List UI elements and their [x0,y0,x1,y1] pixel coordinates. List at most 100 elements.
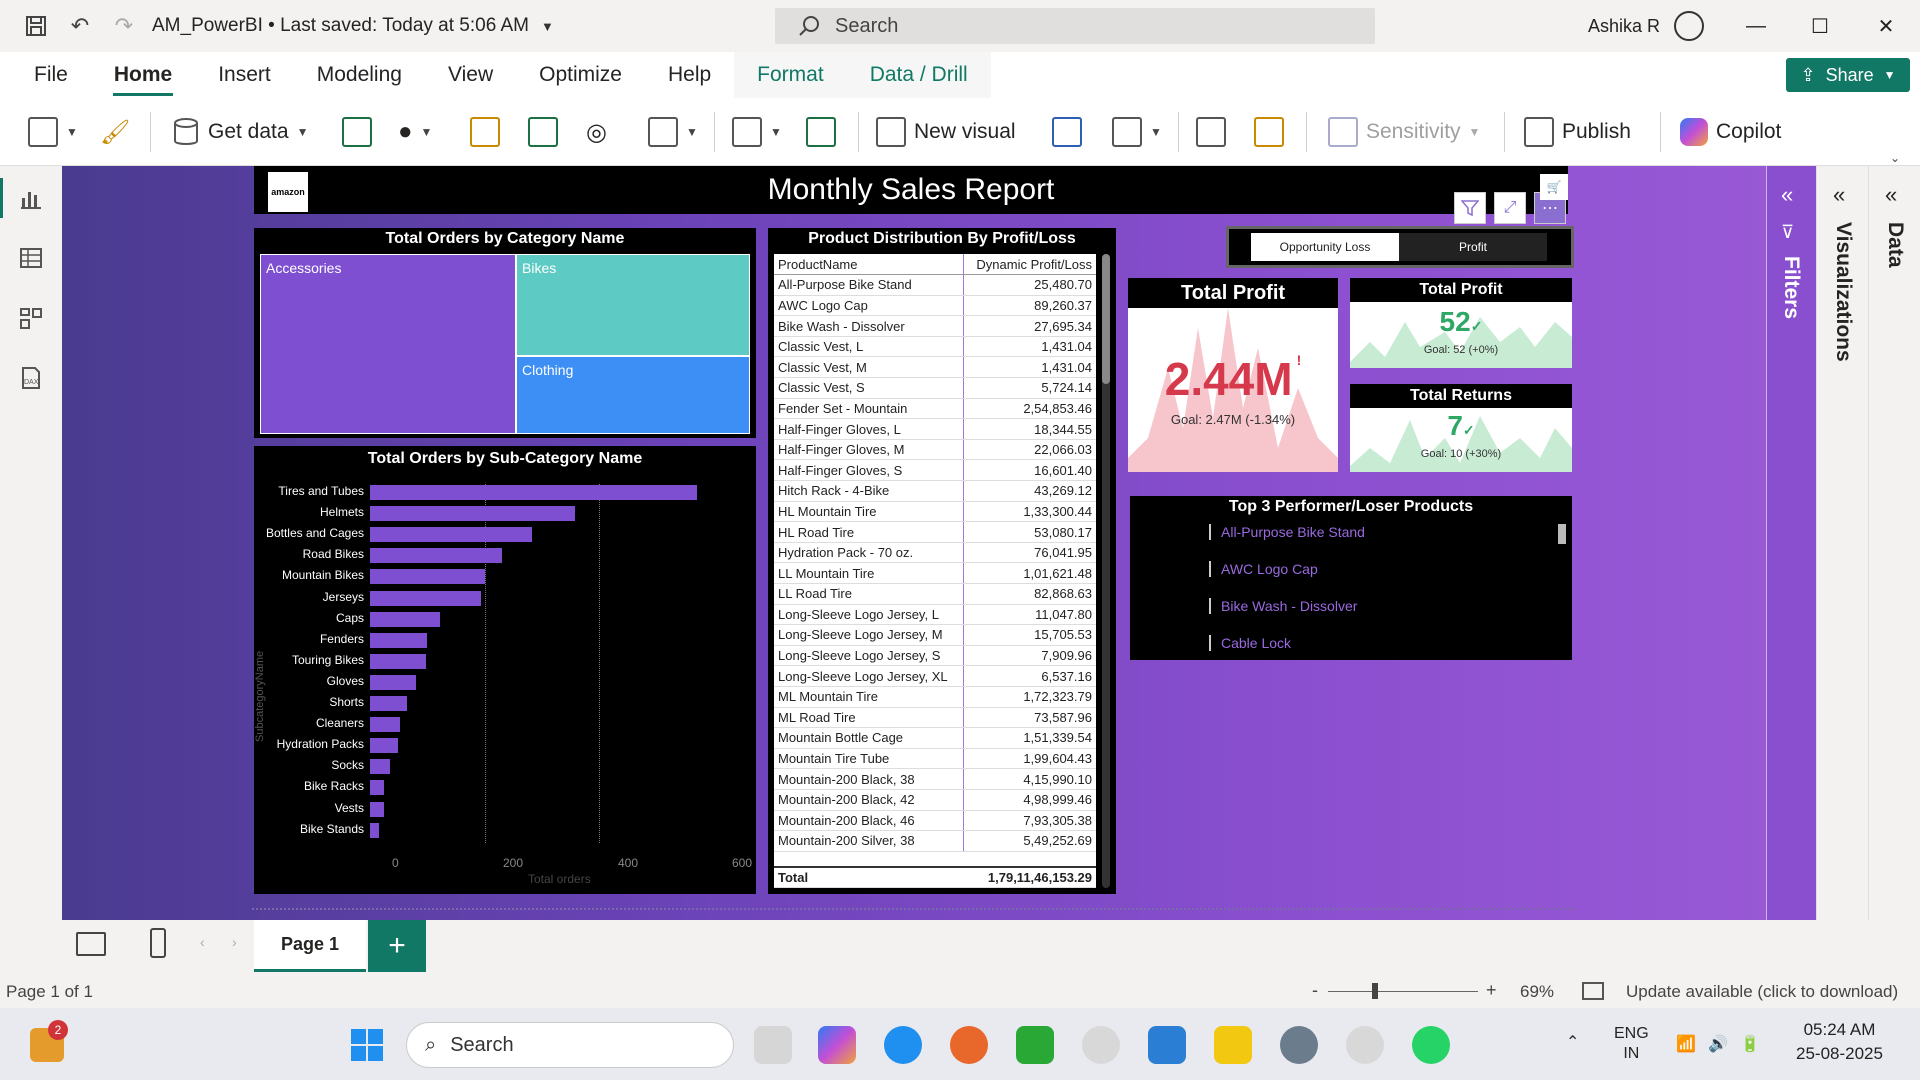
treemap-cell-bikes[interactable]: Bikes [516,254,750,356]
table-row[interactable]: AWC Logo Cap 89,260.37 [774,295,1096,317]
powerbi-icon[interactable] [1214,1026,1252,1064]
clock[interactable]: 05:24 AM 25-08-2025 [1796,1018,1883,1066]
toggle-profit[interactable]: Profit [1399,233,1547,261]
bar-mountain-bikes[interactable] [370,569,485,585]
whatsapp-icon[interactable] [1412,1026,1450,1064]
recent-sources-button[interactable]: ▼ [648,112,698,152]
table-row[interactable]: Fender Set - Mountain 2,54,853.46 [774,398,1096,420]
table-row[interactable]: All-Purpose Bike Stand 25,480.70 [774,274,1096,296]
report-canvas[interactable]: amazon Monthly Sales Report ⤢ ⋯ 🛒 Total … [62,166,1816,920]
table-row[interactable]: Classic Vest, M 1,431.04 [774,356,1096,379]
save-icon[interactable] [18,8,54,44]
prev-page-icon[interactable]: ‹ [200,934,205,950]
undo-icon[interactable]: ↶ [62,8,98,44]
list-scrollbar[interactable] [1558,524,1566,544]
chevron-up-icon[interactable]: ⌃ [1566,1032,1579,1052]
table-row[interactable]: Long-Sleeve Logo Jersey, XL 6,537.16 [774,665,1096,687]
close-icon[interactable]: ✕ [1856,0,1916,52]
bar-bike-racks[interactable] [370,780,385,796]
table-row[interactable]: Classic Vest, L 1,431.04 [774,336,1096,358]
redo-icon[interactable]: ↷ [106,8,142,44]
page-tab-1[interactable]: Page 1 [254,920,366,972]
tab-file[interactable]: File [0,52,91,98]
treemap-cell-accessories[interactable]: Accessories [260,254,516,434]
search-box[interactable]: Search [775,8,1375,44]
bar-tires-and-tubes[interactable] [370,485,697,500]
share-button[interactable]: ⇪ Share ▼ [1786,58,1910,92]
new-measure-button[interactable] [1196,112,1226,152]
enter-data-button[interactable] [528,112,558,152]
copilot-app-icon[interactable] [818,1026,856,1064]
tab-data-drill[interactable]: Data / Drill [846,52,991,98]
task-view-icon[interactable] [754,1026,792,1064]
start-icon[interactable] [350,1028,384,1062]
table-row[interactable]: Long-Sleeve Logo Jersey, L 11,047.80 [774,604,1096,626]
get-data-button[interactable]: Get data ▼ [172,112,308,152]
table-row[interactable]: Classic Vest, S 5,724.14 [774,377,1096,399]
product-table-visual[interactable]: Product Distribution By Profit/Loss Prod… [768,228,1116,894]
bar-jerseys[interactable] [370,590,481,606]
battery-icon[interactable]: 🔋 [1740,1034,1760,1054]
table-view-icon[interactable] [0,230,62,286]
table-row[interactable]: ML Mountain Tire 1,72,323.79 [774,686,1096,708]
tab-insert[interactable]: Insert [195,52,294,98]
transform-data-button[interactable]: ▼ [732,112,782,152]
table-row[interactable]: HL Mountain Tire 1,33,300.44 [774,501,1096,523]
chrome-profile-icon[interactable] [1346,1026,1384,1064]
table-row[interactable]: ML Road Tire 73,587.96 [774,707,1096,729]
filter-icon[interactable] [1454,192,1486,224]
table-row[interactable]: Long-Sleeve Logo Jersey, M 15,705.53 [774,624,1096,646]
tab-format[interactable]: Format [734,52,847,98]
tab-home[interactable]: Home [91,52,195,98]
focus-mode-icon[interactable]: ⤢ [1494,192,1526,224]
chrome-icon[interactable] [1082,1026,1120,1064]
list-item[interactable]: Bike Wash - Dissolver [1209,598,1357,614]
top-products-list[interactable]: Top 3 Performer/Loser Products [1130,496,1572,660]
expand-data-icon[interactable]: « [1885,182,1897,208]
settings-icon[interactable] [1280,1026,1318,1064]
mobile-layout-icon[interactable] [150,928,166,958]
fit-page-icon[interactable] [1582,982,1604,1000]
taskbar-search[interactable]: ⌕ Search [406,1022,734,1068]
list-item[interactable]: Cable Lock [1209,635,1291,651]
treemap-cell-clothing[interactable]: Clothing [516,356,750,434]
zoom-in-icon[interactable]: + [1486,980,1497,1001]
data-pane[interactable]: « Data [1868,166,1920,920]
language-indicator[interactable]: ENG IN [1614,1024,1649,1064]
next-page-icon[interactable]: › [232,934,237,950]
table-row[interactable]: Hitch Rack - 4-Bike 43,269.12 [774,480,1096,502]
bar-vests[interactable] [370,801,384,817]
help-app-icon[interactable] [884,1026,922,1064]
table-row[interactable]: Long-Sleeve Logo Jersey, S 7,909.96 [774,645,1096,667]
table-row[interactable]: LL Mountain Tire 1,01,621.48 [774,562,1096,584]
maximize-icon[interactable]: ☐ [1790,0,1850,52]
filters-pane[interactable]: « ⊽ Filters [1766,166,1816,920]
list-item[interactable]: All-Purpose Bike Stand [1209,524,1365,540]
expand-visualizations-icon[interactable]: « [1833,182,1845,208]
chevron-down-icon[interactable]: ▼ [541,19,554,34]
sensitivity-button[interactable]: Sensitivity ▼ [1328,112,1480,152]
kpi-total-returns[interactable]: Total Returns 7✓ Goal: 10 (+30%) [1350,384,1572,472]
bar-gloves[interactable] [370,674,416,690]
kpi-small-total-profit[interactable]: Total Profit 52✓ Goal: 52 (+0%) [1350,278,1572,368]
publish-button[interactable]: Publish [1524,112,1631,152]
bar-bike-stands[interactable] [370,822,380,838]
tab-modeling[interactable]: Modeling [294,52,425,98]
expand-filters-icon[interactable]: « [1781,182,1793,208]
report-view-icon[interactable] [0,170,62,226]
table-row[interactable]: Mountain-200 Black, 38 4,15,990.10 [774,768,1096,790]
tab-help[interactable]: Help [645,52,734,98]
table-row[interactable]: Half-Finger Gloves, S 16,601.40 [774,459,1096,482]
bar-fenders[interactable] [370,632,428,648]
table-row[interactable]: Half-Finger Gloves, M 22,066.03 [774,439,1096,461]
model-view-icon[interactable] [0,290,62,346]
more-visuals-button[interactable]: ▼ [1112,112,1162,152]
treemap-visual[interactable]: Total Orders by Category Name Accessorie… [254,228,756,438]
bar-helmets[interactable] [370,506,575,522]
tab-optimize[interactable]: Optimize [516,52,645,98]
volume-icon[interactable]: 🔊 [1708,1034,1728,1054]
subcategory-bar-chart[interactable]: Total Orders by Sub-Category Name Subcat… [254,446,756,894]
table-row[interactable]: Mountain-200 Silver, 38 5,49,252.69 [774,830,1096,852]
cart-icon[interactable]: 🛒 [1540,174,1568,200]
zoom-thumb[interactable] [1372,983,1378,999]
